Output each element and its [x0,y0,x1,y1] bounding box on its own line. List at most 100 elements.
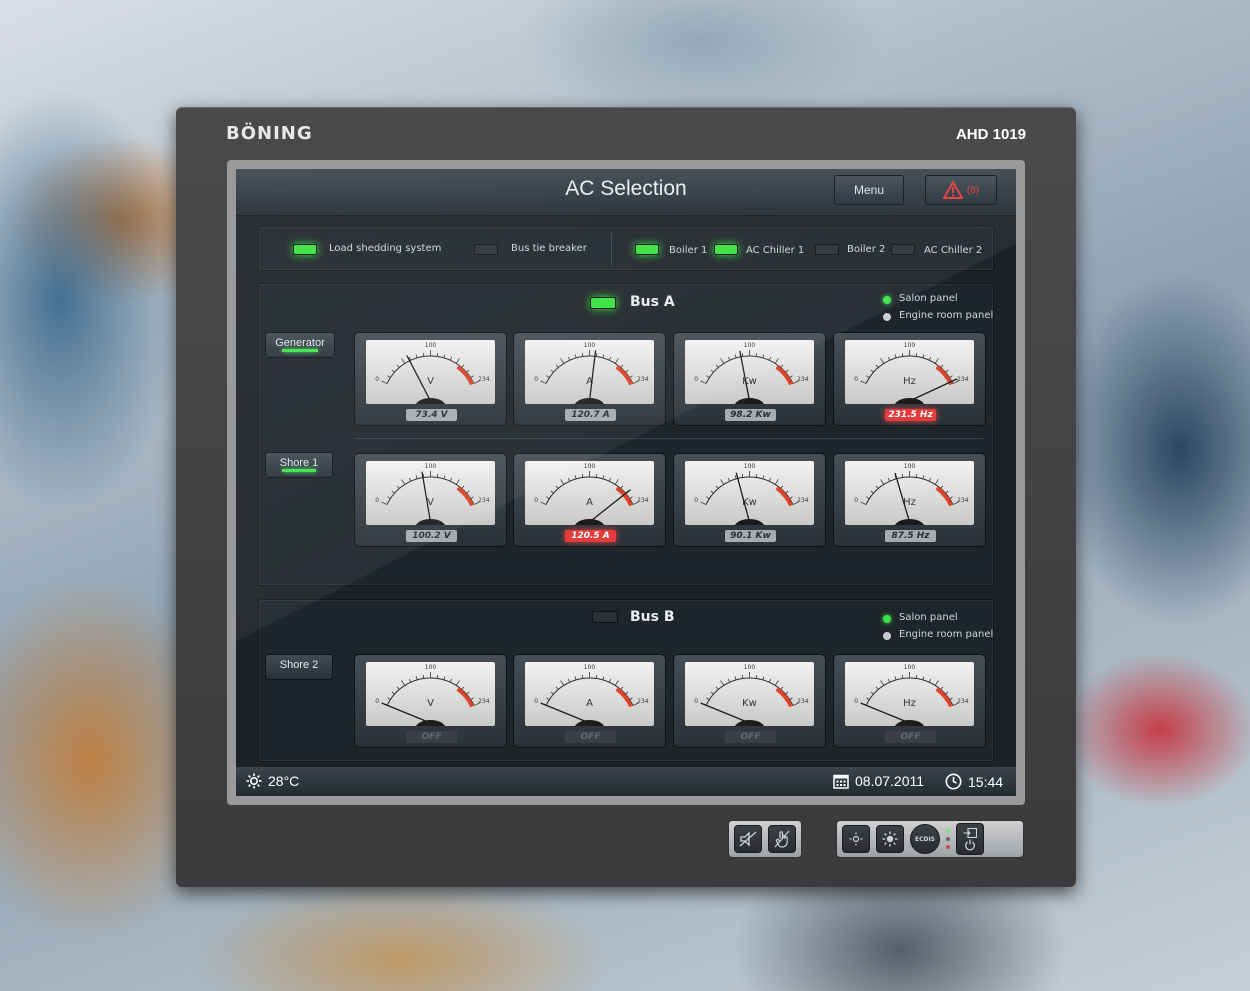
ecdis-key[interactable]: ECDIS [910,824,940,854]
tick-mark [720,680,725,686]
tick-mark [934,358,939,364]
tick-mark [546,496,550,499]
screen-frame: AC Selection Menu (8) Load shedding syst… [227,160,1025,805]
input-select-icon [963,827,977,838]
meter-scale: 0100234Hz [854,664,969,726]
needle-pivot [415,519,446,525]
tick-mark [870,369,874,373]
needle [381,702,431,724]
tick-mark [408,477,412,482]
meter-scale: 0100234A [534,342,649,404]
tick-mark [870,490,874,494]
tick-mark [546,697,550,700]
tick-mark [550,691,554,695]
meter: 0 100 234 A 120.7 A [513,332,666,426]
unit-label: A [586,698,593,709]
tick-mark [614,680,619,686]
alarm-button[interactable]: (8) [925,175,997,205]
tick-mark [734,475,737,480]
led-bus-a [590,297,616,309]
tick-mark [710,369,714,373]
tick-mark [546,375,550,378]
tick-mark [870,691,874,695]
unit-label: Hz [903,698,916,709]
meter-scale: 0 100 234 V [375,664,490,726]
tick-mark [945,490,949,494]
tick-mark [574,354,577,359]
red-zone [456,365,474,386]
tick-mark [934,680,939,686]
tick-mark [860,501,867,505]
meter-readout: 98.2 Kw [725,409,776,421]
tick-mark [387,697,391,700]
tick-label: 234 [797,497,809,504]
menu-button[interactable]: Menu [834,175,904,205]
meter: 0 100 234 A 120.5 A [513,453,666,547]
tick-mark [470,496,474,499]
brightness-up-key[interactable] [876,825,904,853]
tick-mark [710,691,714,695]
brightness-down-key[interactable] [842,825,870,853]
tick-label: 234 [957,698,969,705]
meter-readout: OFF [725,731,776,743]
tick-mark [455,358,460,364]
tick-label: 234 [637,497,649,504]
tick-mark [928,356,932,361]
tick-mark [396,364,400,368]
needle-pivot [894,398,925,404]
tick-mark [880,479,885,485]
engine-room-panel-indicator [883,632,891,640]
tick-mark [866,496,870,499]
mute-alarm-key[interactable] [734,825,762,853]
tick-mark [602,676,605,681]
tick-label: 100 [425,664,437,671]
tick-mark [401,479,406,485]
bus-a-title: Bus A [630,294,675,310]
engine-room-panel-label: Engine room panel [899,629,994,640]
led-load-shedding [293,244,317,255]
tick-mark [608,678,612,683]
meter-readout: 73.4 V [406,409,457,421]
salon-panel-indicator [883,615,891,623]
red-zone [456,486,474,507]
tick-label: 0 [854,376,858,383]
unit-label: V [427,376,434,387]
tick-mark [466,691,470,695]
meter-scale: 0100234Hz [854,463,969,525]
meter-scale: 0100234Hz [854,342,969,404]
source-button-shore-2[interactable]: Shore 2 [265,654,333,680]
tick-mark [780,686,784,690]
meter-dial: 0 100 234 Hz [845,662,974,726]
brightness-up-icon [882,831,898,847]
tick-mark [620,485,624,489]
meter-scale: 0100234A [534,664,649,726]
meter-dial: 0 100 234 Hz [845,340,974,404]
source-button-shore-1[interactable]: Shore 1 [265,452,333,478]
meter-scale: 0100234A [534,463,649,525]
tick-mark [720,479,725,485]
meter: 0 100 234 V 73.4 V [354,332,507,426]
tick-mark [381,501,388,505]
tick-label: 100 [744,463,756,470]
led-ac-chiller-2 [891,244,915,255]
tick-mark [629,496,633,499]
needle-pivot [734,720,765,726]
needle-pivot [734,519,765,525]
tick-label: 234 [478,698,490,705]
tick-mark [470,375,474,378]
status-bar: 28°C 08.07.2011 15:44 [236,767,1016,796]
tick-label: 100 [904,342,916,349]
needle-pivot [734,398,765,404]
tick-mark [768,477,772,482]
tick-mark [762,676,765,681]
red-zone [775,687,793,708]
source-button-generator[interactable]: Generator [265,332,335,358]
label-boiler-1: Boiler 1 [669,245,708,256]
input-power-key[interactable] [956,823,984,855]
tick-mark [780,485,784,489]
tick-mark [555,485,559,489]
meter-readout: 120.5 A [565,530,616,542]
touch-lock-key[interactable] [768,825,796,853]
hand-disabled-icon [774,830,790,848]
tick-mark [875,364,879,368]
